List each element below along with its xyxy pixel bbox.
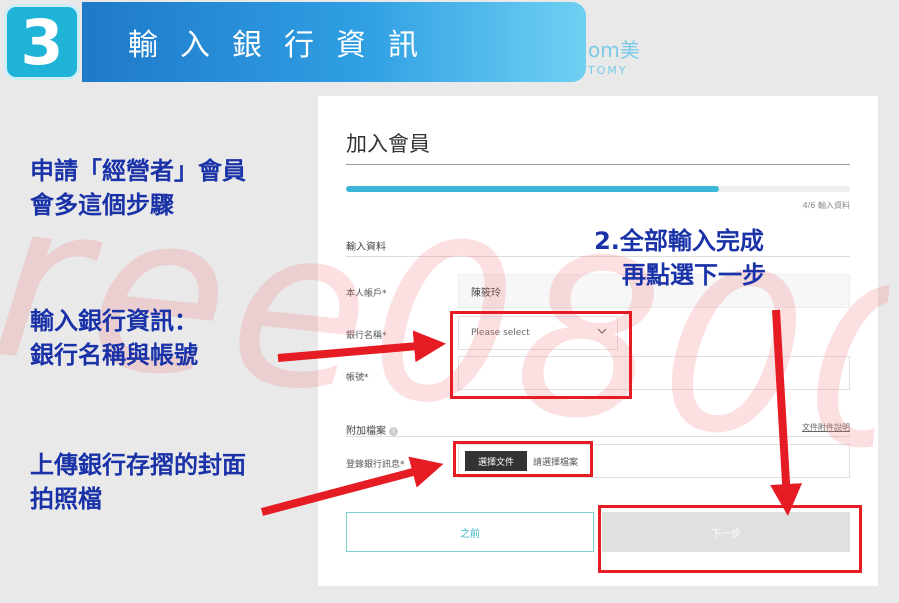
attachment-divider — [346, 436, 850, 437]
note-upload: 上傳銀行存摺的封面 拍照檔 — [30, 448, 246, 516]
bank-book-label: 登錄銀行訊息* — [346, 460, 405, 470]
bank-name-label: 銀行名稱* — [346, 331, 387, 341]
note-bank-line1: 輸入銀行資訊： — [30, 307, 198, 335]
step-title: 輸入銀行資訊 — [82, 2, 586, 82]
note-upload-line1: 上傳銀行存摺的封面 — [30, 451, 246, 479]
note-next-line2: 再點選下一步 — [622, 261, 766, 289]
choose-file-button[interactable]: 選擇文件 — [465, 451, 527, 471]
step-number-badge: 3 — [4, 4, 80, 80]
note-operator-line2: 會多這個步驟 — [30, 191, 174, 219]
note-next-step: 2.全部輸入完成 再點選下一步 — [592, 224, 766, 292]
account-holder-value: 陳筱玲 — [471, 287, 501, 299]
progress-bar — [346, 186, 850, 192]
account-number-input[interactable] — [458, 356, 850, 390]
account-holder-label: 本人帳戶* — [346, 289, 387, 299]
note-upload-line2: 拍照檔 — [30, 485, 102, 513]
chevron-down-icon — [597, 328, 607, 334]
brand-logo-subtitle: TOMY — [588, 64, 628, 77]
info-icon[interactable]: i — [389, 426, 398, 436]
progress-bar-fill — [346, 186, 719, 192]
signup-form-card: 加入會員 4/6 輸入資料 輸入資料 本人帳戶* 陳筱玲 銀行名稱* Pleas… — [318, 96, 878, 586]
brand-logo: om美 — [588, 38, 640, 62]
note-operator-line1: 申請「經營者」會員 — [30, 157, 246, 185]
section-input-heading: 輸入資料 — [346, 242, 386, 253]
next-button[interactable]: 下一步 — [602, 512, 850, 552]
previous-button[interactable]: 之前 — [346, 512, 594, 552]
note-next-line1: 2.全部輸入完成 — [594, 227, 764, 255]
bank-name-select-value: Please select — [471, 328, 530, 338]
bank-name-select[interactable]: Please select — [458, 316, 618, 350]
title-divider — [346, 164, 850, 165]
note-operator-step: 申請「經營者」會員 會多這個步驟 — [30, 154, 246, 222]
step-banner: 3 輸入銀行資訊 — [0, 0, 588, 84]
progress-text: 4/6 輸入資料 — [802, 201, 850, 210]
attachment-help-link[interactable]: 文件附件說明 — [802, 422, 850, 433]
form-title: 加入會員 — [346, 132, 430, 156]
note-bank-line2: 銀行名稱與帳號 — [30, 341, 198, 369]
note-bank-info: 輸入銀行資訊： 銀行名稱與帳號 — [30, 304, 198, 372]
account-number-label: 帳號* — [346, 373, 369, 383]
attachment-section-heading: 附加檔案 i — [346, 422, 398, 437]
choose-file-hint: 請選擇檔案 — [533, 458, 579, 468]
